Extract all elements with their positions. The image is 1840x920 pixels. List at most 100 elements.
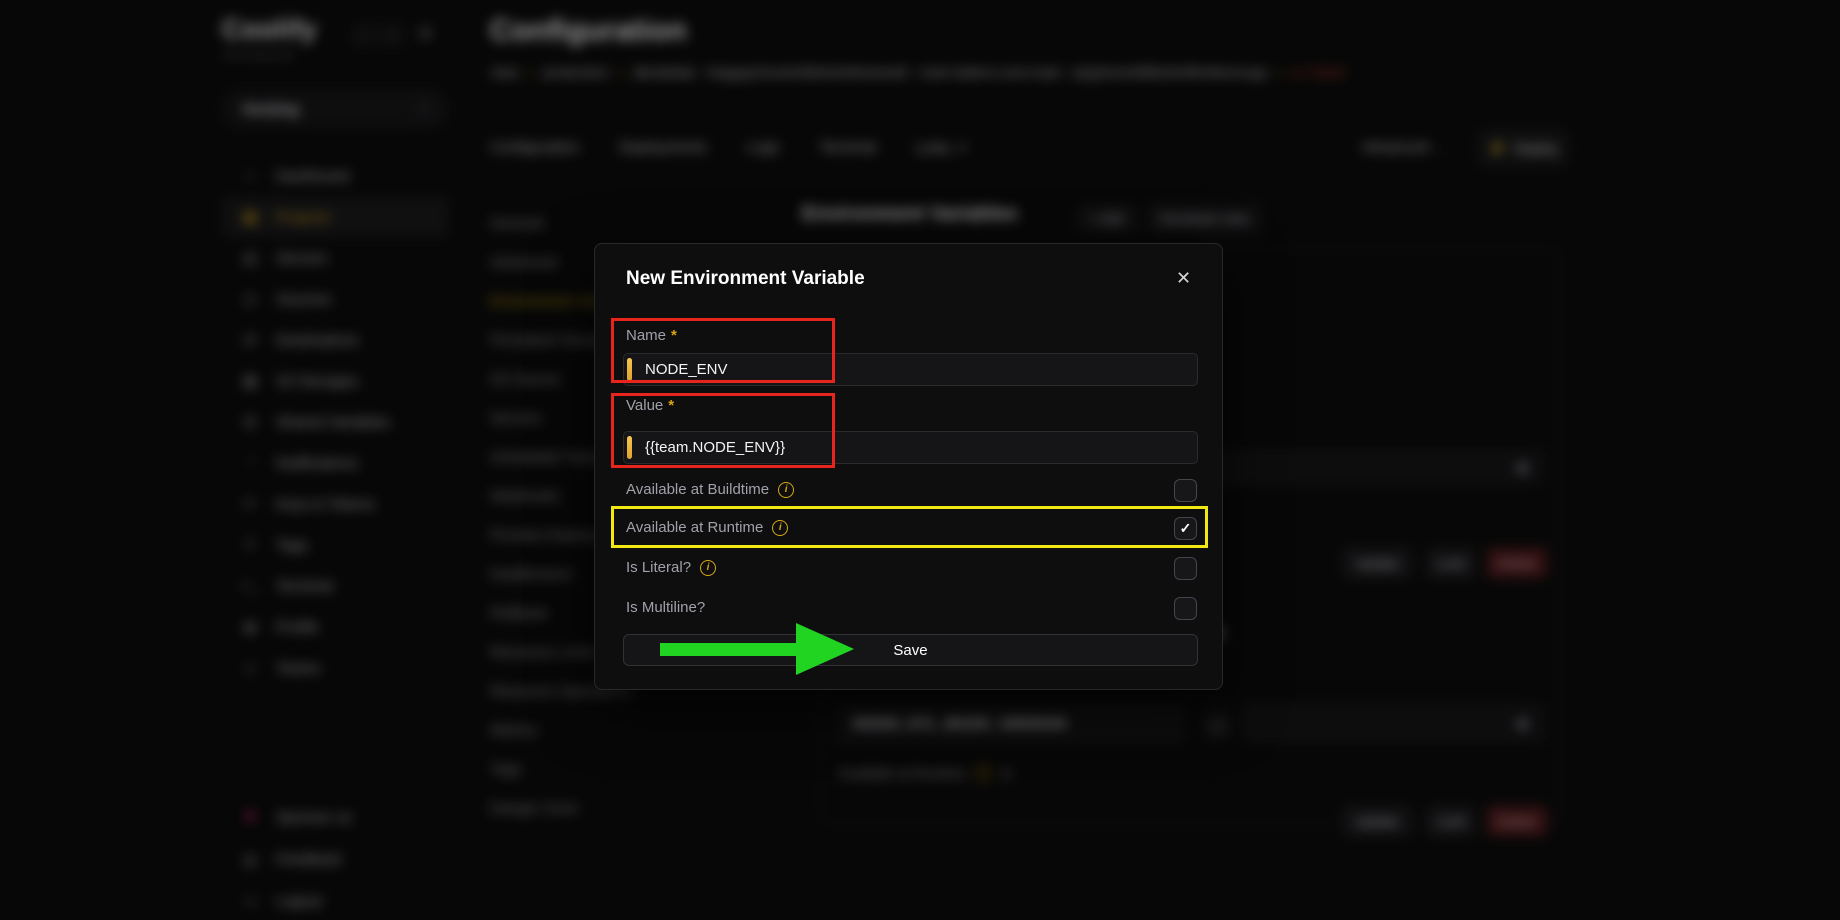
sidebar-item-label: Profile (276, 619, 319, 636)
developer-view-button[interactable]: Developer view (1148, 204, 1261, 233)
tab-configuration[interactable]: Configuration (490, 139, 579, 157)
search-icon[interactable]: ⌕ (352, 24, 376, 46)
delete-button[interactable]: Delete (1487, 548, 1547, 578)
deploy-label: Deploy (1514, 140, 1558, 156)
update-button[interactable]: Update (1343, 548, 1411, 578)
tab-links[interactable]: Links ↗ (916, 139, 968, 157)
gear-icon[interactable]: ⚙ (418, 24, 433, 44)
sidebar-nav: ⌂ Dashboard ▦ Projects ▤Servers ◎ Sources ⇄… (222, 156, 448, 688)
app-version: v4.0.0-beta.420 (223, 50, 293, 61)
runtime-row-label: Available at Runtime i (626, 519, 788, 536)
config-menu-item-general[interactable]: General (490, 213, 640, 235)
delete-button[interactable]: Delete (1487, 806, 1547, 836)
sidebar-item-label: S3 Storages (276, 373, 359, 390)
s3-storages-icon: ▣ (240, 371, 260, 391)
sidebar-item-sponsor[interactable]: ♥Sponsor us (222, 798, 448, 837)
breadcrumb-item[interactable]: keta (492, 64, 518, 80)
sidebar-item-servers[interactable]: ▤Servers (222, 238, 448, 278)
sidebar-item-tags[interactable]: # Tags (222, 525, 448, 565)
add-variable-button[interactable]: + Add (1078, 205, 1136, 232)
lock-icon: ⊙ (1000, 764, 1013, 782)
heart-icon: ♥ (240, 807, 260, 829)
page-title: Configuration (490, 14, 687, 48)
value-field-value: {{team.NODE_ENV}} (645, 439, 785, 456)
tab-terminal[interactable]: Terminal (819, 139, 876, 157)
notifications-icon: ◔ (240, 454, 260, 472)
sidebar-item-projects[interactable]: ▦ Projects (222, 197, 448, 237)
row-label-text: Available at Runtime (626, 519, 763, 536)
sidebar-item-label: Keys & Tokens (276, 496, 375, 513)
info-icon: i (772, 520, 788, 536)
value-field[interactable]: {{team.NODE_ENV}} (623, 431, 1198, 464)
breadcrumb-item[interactable]: dbcdebab - lmjqgsjc0cw4o0k8ck4sk0swow8 -… (633, 64, 1268, 80)
sidebar-item-s3-storages[interactable]: ▣ S3 Storages (222, 361, 448, 401)
sidebar-item-terminal[interactable]: >_Terminal (222, 566, 448, 606)
terminal-icon: >_ (240, 577, 260, 595)
advanced-dropdown[interactable]: Advanced⌄ (1362, 139, 1445, 156)
dashboard-icon: ⌂ (240, 167, 260, 185)
slash-shortcut-badge: / (415, 100, 433, 118)
save-button[interactable]: Save (623, 634, 1198, 666)
config-menu-item-tags[interactable]: Tags (490, 759, 640, 781)
buildtime-row-label: Available at Buildtimei (626, 481, 794, 498)
sidebar-item-feedback[interactable]: ◍Feedback (222, 840, 448, 879)
env-variables-heading: Environment Variables (802, 203, 1018, 226)
sidebar-search-input[interactable]: Hosting / (222, 90, 448, 128)
sources-icon: ◎ (240, 289, 260, 309)
lock-button[interactable]: Lock (1427, 548, 1475, 578)
sidebar-item-destinations[interactable]: ⇄ Destinations (222, 320, 448, 360)
shortcut-icon[interactable]: ⌗ (380, 24, 404, 46)
logout-icon: ↪ (240, 892, 260, 912)
breadcrumb-separator: › (528, 64, 533, 80)
sidebar-item-label: Projects (276, 209, 330, 226)
sidebar-item-shared-variables[interactable]: ⊞Shared Variables (222, 402, 448, 442)
update-button[interactable]: Update (1343, 806, 1411, 836)
breadcrumb-item[interactable]: production (543, 64, 608, 80)
env-row-name-input[interactable]: NGINX_ETL_BOOK_VERSION (838, 704, 1184, 742)
runtime-note: Available at Runtime i ⊙ (838, 764, 1013, 782)
sidebar-item-label: Logout (276, 893, 322, 910)
sidebar-item-logout[interactable]: ↪ Logout (222, 882, 448, 920)
multiline-checkbox[interactable] (1174, 597, 1197, 620)
config-menu-item-danger-zone[interactable]: Danger Zone (490, 798, 640, 820)
lock-button[interactable]: Lock (1427, 806, 1475, 836)
eye-icon[interactable]: ◉ (1516, 714, 1529, 732)
sidebar-item-sources[interactable]: ◎ Sources (222, 279, 448, 319)
destinations-icon: ⇄ (240, 330, 260, 350)
deploy-button[interactable]: ⚡Deploy (1478, 130, 1568, 166)
status-label: Failed (1307, 64, 1345, 80)
runtime-checkbox[interactable]: ✓ (1174, 517, 1197, 540)
chevron-down-icon: ⌄ (1435, 141, 1445, 155)
literal-row-label: Is Literal?i (626, 559, 716, 576)
sidebar-item-label: Sources (276, 291, 331, 308)
sidebar-item-label: Destinations (276, 332, 359, 349)
sidebar-item-label: Shared Variables (276, 414, 390, 431)
tab-bar: Configuration Deployments Logs Terminal … (490, 139, 968, 157)
sidebar-item-teams[interactable]: ◇Teams (222, 648, 448, 688)
sidebar-item-keys-tokens[interactable]: ✒ Keys & Tokens (222, 484, 448, 524)
row-label-text: Is Literal? (626, 559, 691, 576)
sidebar-item-label: Tags (276, 537, 308, 554)
sidebar-item-profile[interactable]: ◉ Profile (222, 607, 448, 647)
projects-icon: ▦ (240, 207, 260, 227)
search-value: Hosting (243, 101, 415, 118)
literal-checkbox[interactable] (1174, 557, 1197, 580)
config-menu-item-metrics[interactable]: Metrics (490, 720, 640, 742)
name-field[interactable]: NODE_ENV (623, 353, 1198, 386)
tags-icon: # (240, 536, 260, 554)
eye-icon[interactable]: ◉ (1516, 458, 1529, 476)
buildtime-checkbox[interactable] (1174, 479, 1197, 502)
tab-deployments[interactable]: Deployments (619, 139, 707, 157)
sidebar-item-label: Dashboard (276, 168, 349, 185)
sidebar-item-notifications[interactable]: ◔Notifications (222, 443, 448, 483)
modal-title: New Environment Variable (626, 268, 865, 290)
name-field-value: NODE_ENV (645, 361, 728, 378)
profile-icon: ◉ (240, 617, 260, 637)
close-icon[interactable]: ✕ (1176, 268, 1191, 289)
breadcrumb-separator: › (1278, 64, 1283, 80)
keys-tokens-icon: ✒ (240, 494, 260, 514)
env-row-value-input[interactable]: ◉ (1244, 704, 1544, 742)
info-icon: i (975, 765, 991, 781)
tab-logs[interactable]: Logs (747, 139, 780, 157)
sidebar-item-dashboard[interactable]: ⌂ Dashboard (222, 156, 448, 196)
